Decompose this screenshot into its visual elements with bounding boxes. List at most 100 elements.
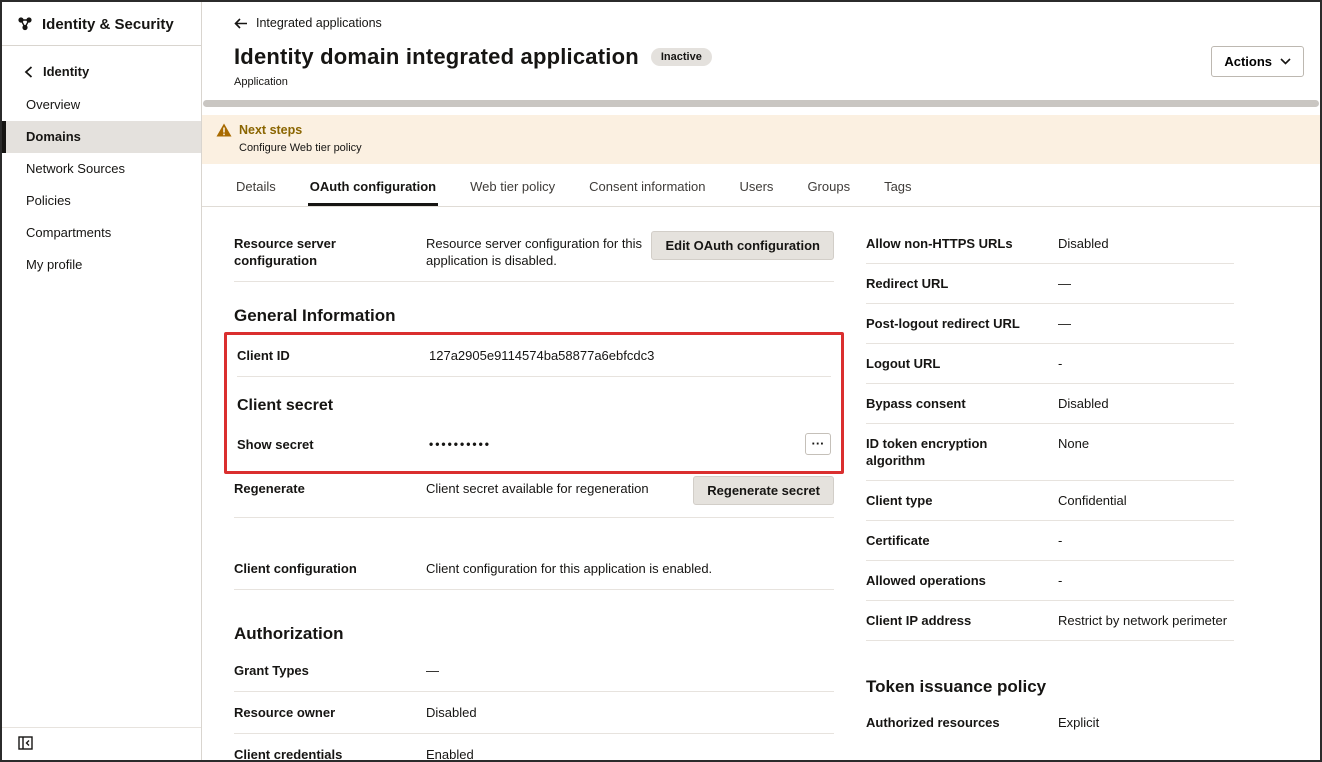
tab-bar: Details OAuth configuration Web tier pol… bbox=[202, 168, 1320, 207]
main-panel: Integrated applications Identity domain … bbox=[202, 2, 1320, 760]
certificate-row: Certificate - bbox=[866, 521, 1234, 561]
client-configuration-row: Client configuration Client configuratio… bbox=[234, 548, 834, 590]
page-title: Identity domain integrated application bbox=[234, 44, 639, 70]
show-secret-label: Show secret bbox=[237, 436, 429, 453]
allowed-operations-value: - bbox=[1058, 572, 1234, 589]
resource-owner-label: Resource owner bbox=[234, 704, 426, 721]
show-secret-row: Show secret •••••••••• ··· bbox=[237, 421, 831, 457]
left-column: Resource server configuration Resource s… bbox=[234, 217, 834, 760]
tab-web-tier-policy[interactable]: Web tier policy bbox=[468, 168, 557, 206]
client-id-value: 127a2905e9114574ba58877a6ebfcdc3 bbox=[429, 347, 831, 364]
bypass-consent-row: Bypass consent Disabled bbox=[866, 384, 1234, 424]
tab-tags[interactable]: Tags bbox=[882, 168, 913, 206]
grant-types-row: Grant Types — bbox=[234, 650, 834, 692]
banner-message: Configure Web tier policy bbox=[239, 142, 1304, 154]
sidebar-item-my-profile[interactable]: My profile bbox=[2, 249, 201, 281]
certificate-value: - bbox=[1058, 532, 1234, 549]
identity-security-icon bbox=[16, 15, 34, 33]
right-column: Allow non-HTTPS URLs Disabled Redirect U… bbox=[866, 217, 1234, 760]
client-type-label: Client type bbox=[866, 492, 1058, 509]
collapse-sidebar-icon[interactable] bbox=[18, 736, 187, 750]
redirect-url-row: Redirect URL — bbox=[866, 264, 1234, 304]
id-token-encryption-label: ID token encryption algorithm bbox=[866, 435, 1058, 469]
actions-button-label: Actions bbox=[1224, 54, 1272, 69]
id-token-encryption-row: ID token encryption algorithm None bbox=[866, 424, 1234, 481]
status-badge: Inactive bbox=[651, 48, 712, 66]
authorized-resources-label: Authorized resources bbox=[866, 714, 1058, 731]
authorized-resources-row: Authorized resources Explicit bbox=[866, 703, 1234, 742]
back-arrow-icon bbox=[234, 18, 248, 29]
client-credentials-row: Client credentials Enabled bbox=[234, 734, 834, 760]
allow-non-https-label: Allow non-HTTPS URLs bbox=[866, 235, 1058, 252]
tab-details[interactable]: Details bbox=[234, 168, 278, 206]
sidebar-back-label: Identity bbox=[43, 64, 89, 79]
regenerate-secret-button[interactable]: Regenerate secret bbox=[693, 476, 834, 505]
sidebar: Identity & Security Identity Overview Do… bbox=[2, 2, 202, 760]
client-secret-heading: Client secret bbox=[237, 397, 831, 415]
sidebar-title: Identity & Security bbox=[2, 2, 201, 46]
authorization-heading: Authorization bbox=[234, 624, 834, 644]
page-header: Integrated applications Identity domain … bbox=[202, 2, 1320, 98]
client-credentials-label: Client credentials bbox=[234, 746, 426, 760]
client-credentials-highlight-box: Client ID 127a2905e9114574ba58877a6ebfcd… bbox=[224, 332, 844, 474]
sidebar-item-overview[interactable]: Overview bbox=[2, 89, 201, 121]
tab-oauth-configuration[interactable]: OAuth configuration bbox=[308, 168, 438, 206]
sidebar-item-policies[interactable]: Policies bbox=[2, 185, 201, 217]
resource-server-row: Resource server configuration Resource s… bbox=[234, 217, 834, 282]
resource-server-label: Resource server configuration bbox=[234, 235, 426, 269]
id-token-encryption-value: None bbox=[1058, 435, 1234, 452]
regenerate-label: Regenerate bbox=[234, 480, 426, 497]
resource-owner-row: Resource owner Disabled bbox=[234, 692, 834, 734]
client-id-row: Client ID 127a2905e9114574ba58877a6ebfcd… bbox=[237, 335, 831, 377]
general-information-heading: General Information bbox=[234, 306, 834, 326]
allow-non-https-value: Disabled bbox=[1058, 235, 1234, 252]
app-window: Identity & Security Identity Overview Do… bbox=[0, 0, 1322, 762]
logout-url-value: - bbox=[1058, 355, 1234, 372]
client-id-label: Client ID bbox=[237, 347, 429, 364]
regenerate-description: Client secret available for regeneration bbox=[426, 480, 693, 497]
authorized-resources-value: Explicit bbox=[1058, 714, 1234, 731]
token-issuance-policy-heading: Token issuance policy bbox=[866, 677, 1234, 697]
client-ip-address-value: Restrict by network perimeter bbox=[1058, 612, 1234, 629]
client-type-value: Confidential bbox=[1058, 492, 1234, 509]
redirect-url-label: Redirect URL bbox=[866, 275, 1058, 292]
tab-consent-information[interactable]: Consent information bbox=[587, 168, 707, 206]
client-ip-address-row: Client IP address Restrict by network pe… bbox=[866, 601, 1234, 641]
logout-url-row: Logout URL - bbox=[866, 344, 1234, 384]
client-type-row: Client type Confidential bbox=[866, 481, 1234, 521]
warning-icon bbox=[216, 123, 232, 137]
chevron-left-icon bbox=[24, 66, 33, 78]
post-logout-redirect-url-row: Post-logout redirect URL — bbox=[866, 304, 1234, 344]
tab-groups[interactable]: Groups bbox=[805, 168, 852, 206]
grant-types-label: Grant Types bbox=[234, 662, 426, 679]
post-logout-redirect-url-label: Post-logout redirect URL bbox=[866, 315, 1058, 332]
sidebar-back-identity[interactable]: Identity bbox=[2, 46, 201, 89]
sidebar-footer bbox=[2, 727, 201, 760]
client-credentials-value: Enabled bbox=[426, 746, 834, 760]
sidebar-item-network-sources[interactable]: Network Sources bbox=[2, 153, 201, 185]
edit-oauth-configuration-button[interactable]: Edit OAuth configuration bbox=[651, 231, 834, 260]
bypass-consent-value: Disabled bbox=[1058, 395, 1234, 412]
breadcrumb[interactable]: Integrated applications bbox=[234, 16, 1296, 30]
sidebar-nav: Overview Domains Network Sources Policie… bbox=[2, 89, 201, 281]
client-configuration-label: Client configuration bbox=[234, 560, 426, 577]
resource-server-description: Resource server configuration for this a… bbox=[426, 235, 651, 269]
bypass-consent-label: Bypass consent bbox=[866, 395, 1058, 412]
allow-non-https-row: Allow non-HTTPS URLs Disabled bbox=[866, 217, 1234, 264]
chevron-down-icon bbox=[1280, 58, 1291, 65]
actions-button[interactable]: Actions bbox=[1211, 46, 1304, 77]
tab-users[interactable]: Users bbox=[737, 168, 775, 206]
certificate-label: Certificate bbox=[866, 532, 1058, 549]
sidebar-title-label: Identity & Security bbox=[42, 16, 174, 33]
next-steps-banner: Next steps Configure Web tier policy bbox=[202, 115, 1320, 164]
allowed-operations-row: Allowed operations - bbox=[866, 561, 1234, 601]
client-ip-address-label: Client IP address bbox=[866, 612, 1058, 629]
show-secret-more-button[interactable]: ··· bbox=[805, 433, 831, 455]
masked-secret-value: •••••••••• bbox=[429, 436, 805, 453]
resource-owner-value: Disabled bbox=[426, 704, 834, 721]
logout-url-label: Logout URL bbox=[866, 355, 1058, 372]
horizontal-scrollbar[interactable] bbox=[203, 100, 1319, 107]
sidebar-item-domains[interactable]: Domains bbox=[2, 121, 201, 153]
sidebar-item-compartments[interactable]: Compartments bbox=[2, 217, 201, 249]
post-logout-redirect-url-value: — bbox=[1058, 315, 1234, 332]
